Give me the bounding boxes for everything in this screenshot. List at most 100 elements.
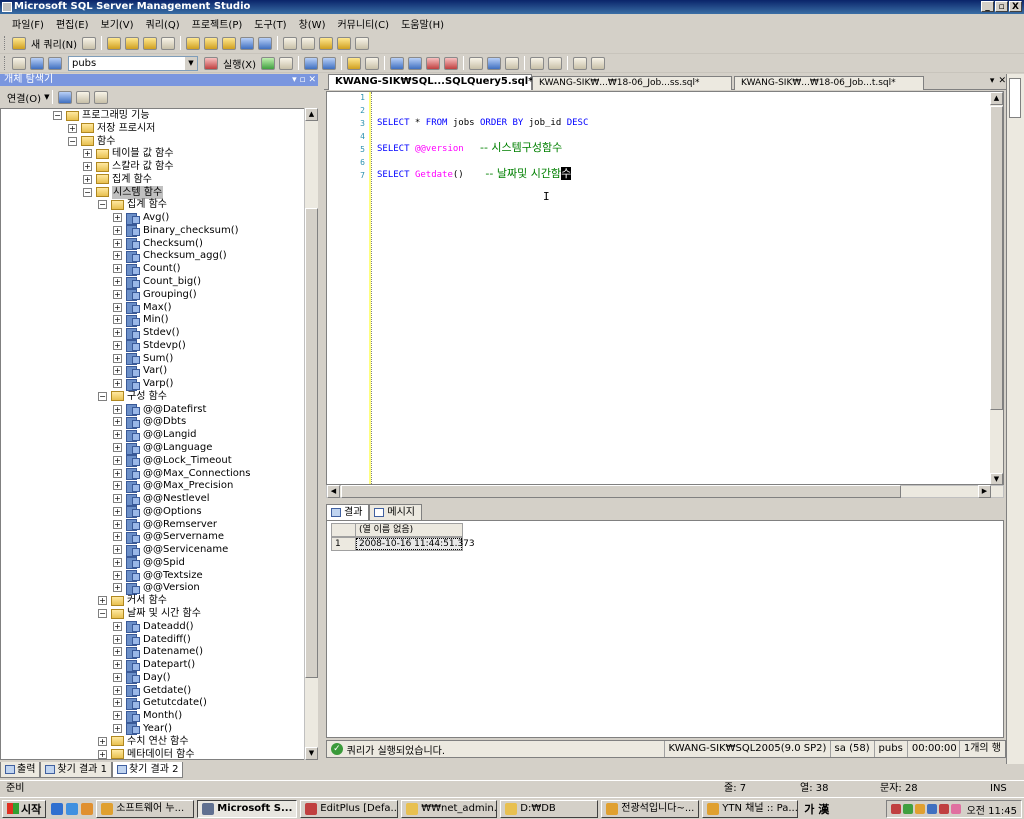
tree-function[interactable]: + @@Nestlevel [113, 492, 210, 506]
expand-icon[interactable]: + [113, 443, 122, 453]
tree-function[interactable]: + Binary_checksum() [113, 224, 239, 238]
expand-icon[interactable]: + [113, 277, 122, 286]
code-line-3[interactable]: SELECT * FROM jobs ORDER BY job_id DESC [377, 117, 588, 129]
scroll-right-icon[interactable]: ▶ [978, 485, 991, 498]
expand-icon[interactable]: + [113, 302, 122, 312]
tab-find-results-2[interactable]: 찾기 결과 2 [111, 762, 184, 778]
tab-output[interactable]: 출력 [0, 762, 41, 778]
taskbar-item[interactable]: EditPlus [Defa... [300, 799, 399, 818]
tree-function[interactable]: + Varp() [113, 377, 173, 391]
expand-icon[interactable]: + [113, 315, 122, 325]
code-line-5[interactable]: SELECT @@version -- 시스템구성함수 [377, 142, 562, 155]
tree-function[interactable]: + Checksum() [113, 237, 203, 251]
tree-function[interactable]: + Count() [113, 262, 181, 276]
close-button[interactable]: X [1009, 1, 1022, 12]
tree-function[interactable]: + @@Options [113, 505, 202, 519]
tree-function[interactable]: + Checksum_agg() [113, 249, 227, 263]
object-explorer-icon[interactable] [301, 36, 316, 50]
new-file-icon[interactable] [82, 36, 97, 50]
expand-icon[interactable]: + [113, 634, 122, 644]
tree-function[interactable]: + @@Max_Connections [113, 467, 250, 481]
disconnect-icon[interactable] [30, 56, 44, 70]
menu-help[interactable]: 도움말(H) [395, 16, 450, 31]
collapse-icon[interactable]: − [98, 200, 107, 210]
tree-function[interactable]: + Sum() [113, 352, 173, 366]
tree-folder[interactable]: + 집계 함수 [83, 173, 152, 186]
tree-folder[interactable]: + 메타데이터 함수 [98, 748, 195, 759]
tree-function[interactable]: + @@Servername [113, 530, 224, 544]
tree-folder[interactable]: + 저장 프로시저 [68, 122, 155, 135]
tree-folder[interactable]: − 프로그래밍 기능 [53, 109, 150, 122]
tree-function[interactable]: + @@Remserver [113, 518, 217, 532]
chevron-down-icon[interactable]: ▼ [44, 93, 49, 101]
tree-folder[interactable]: − 함수 [68, 135, 115, 148]
expand-icon[interactable]: + [113, 404, 122, 414]
restore-button[interactable]: ▫ [995, 1, 1008, 12]
analysis-query-icon[interactable] [125, 36, 140, 50]
column-header[interactable]: (열 이름 없음) [355, 523, 463, 537]
tab-messages[interactable]: 메시지 [369, 504, 423, 520]
expand-icon[interactable]: + [113, 238, 122, 248]
taskbar-item[interactable]: D:₩DB [500, 799, 599, 818]
tree-function[interactable]: + Day() [113, 671, 171, 685]
tree-folder[interactable]: + 수치 연산 함수 [98, 735, 189, 748]
collapse-icon[interactable]: − [98, 609, 107, 619]
collapse-icon[interactable]: − [98, 391, 107, 401]
save-all-icon[interactable] [258, 36, 273, 50]
expand-icon[interactable]: + [113, 647, 122, 657]
expand-icon[interactable]: + [113, 723, 122, 733]
expand-icon[interactable]: + [113, 583, 122, 593]
properties-panel-collapsed[interactable] [1006, 74, 1024, 764]
expand-icon[interactable]: + [113, 557, 122, 567]
expand-icon[interactable]: + [113, 340, 122, 350]
expand-icon[interactable]: + [113, 251, 122, 261]
scroll-up-icon[interactable]: ▲ [990, 92, 1003, 105]
scroll-left-icon[interactable]: ◀ [327, 485, 340, 498]
results-to-file-icon[interactable] [444, 56, 459, 70]
query-options-icon[interactable] [322, 56, 337, 70]
expand-icon[interactable]: + [113, 366, 122, 376]
chevron-down-icon[interactable]: ▼ [185, 56, 197, 70]
tree-scrollbar[interactable]: ▲ ▼ [304, 108, 318, 760]
expand-icon[interactable]: + [113, 532, 122, 542]
results-to-grid-active-icon[interactable] [487, 56, 502, 70]
query-editor[interactable]: 1 2 3 4 5 6 7 SELECT * FROM jobs ORDER B… [326, 91, 1004, 485]
tab-find-results-1[interactable]: 찾기 결과 1 [40, 762, 112, 778]
include-plan-icon[interactable] [390, 56, 405, 70]
expand-icon[interactable]: + [113, 213, 122, 223]
expand-icon[interactable]: + [113, 353, 122, 363]
menu-query[interactable]: 쿼리(Q) [140, 16, 186, 31]
tree-function[interactable]: + @@Dbts [113, 415, 186, 429]
execute-button[interactable]: 실행(X) [223, 56, 256, 71]
tree-function[interactable]: + Min() [113, 313, 169, 327]
tree-function[interactable]: + Month() [113, 709, 182, 723]
design-query-icon[interactable] [347, 56, 362, 70]
tree-function[interactable]: + @@Max_Precision [113, 479, 233, 493]
collapse-icon[interactable]: − [53, 111, 62, 120]
connect-dropdown[interactable]: 연결(O) [7, 90, 41, 105]
expand-icon[interactable]: + [113, 417, 122, 427]
open-file-icon[interactable] [186, 36, 201, 50]
expand-icon[interactable]: + [113, 264, 122, 274]
tree-function[interactable]: + @@Lock_Timeout [113, 454, 232, 468]
tray-app-icon[interactable] [890, 804, 901, 814]
expand-icon[interactable]: + [113, 328, 122, 338]
menu-edit[interactable]: 편집(E) [50, 16, 95, 31]
increase-indent-icon[interactable] [591, 56, 606, 70]
editor-vertical-scrollbar[interactable]: ▲ ▼ [990, 92, 1003, 484]
start-button[interactable]: 시작 [2, 799, 47, 818]
expand-icon[interactable]: + [113, 519, 122, 529]
uncomment-lines-icon[interactable] [548, 56, 563, 70]
expand-icon[interactable]: + [113, 481, 122, 491]
parse-check-icon[interactable] [261, 56, 276, 70]
properties-tab-icon[interactable] [1009, 78, 1021, 118]
tree-function[interactable]: + @@Langid [113, 428, 197, 442]
expand-icon[interactable]: + [83, 174, 92, 184]
collapse-icon[interactable]: − [83, 187, 92, 197]
tray-app-icon[interactable] [950, 804, 961, 814]
expand-icon[interactable]: + [68, 123, 77, 133]
expand-icon[interactable]: + [113, 289, 122, 299]
taskbar-item[interactable]: YTN 채널 :: Pa... [702, 799, 799, 818]
scroll-thumb[interactable] [990, 106, 1003, 410]
expand-icon[interactable]: + [113, 685, 122, 695]
